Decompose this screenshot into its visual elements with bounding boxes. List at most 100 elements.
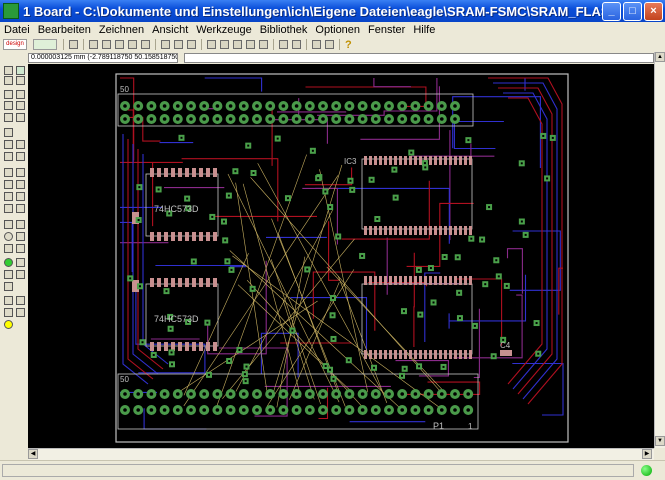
redo-icon[interactable] [292,40,301,49]
go-icon[interactable] [325,40,334,49]
pad-drill [360,408,365,412]
menu-bearbeiten[interactable]: Bearbeiten [34,24,95,36]
menu-datei[interactable]: Datei [0,24,34,36]
via-drill [423,162,426,165]
horizontal-scrollbar[interactable]: ◀ ▶ [28,448,654,460]
undo-icon[interactable] [279,40,288,49]
via-drill [458,291,461,294]
route-icon[interactable] [4,180,13,189]
smd-pad [213,168,217,177]
cam-icon[interactable] [128,40,137,49]
line-icon[interactable] [4,220,13,229]
mirror-icon[interactable] [4,101,13,110]
command-line-input[interactable] [184,53,654,63]
scroll-down-button[interactable]: ▼ [655,436,665,446]
via-drill [243,373,246,376]
menu-ansicht[interactable]: Ansicht [148,24,192,36]
pcb-layout[interactable]: 50 50 74HC573D 74HC573D IC3 P1 1 C4 [28,64,654,448]
script-icon[interactable] [161,40,170,49]
pad-drill [242,392,246,396]
menu-zeichnen[interactable]: Zeichnen [95,24,148,36]
zoom-out-icon[interactable] [233,40,242,49]
print-icon[interactable] [115,40,124,49]
maximize-button[interactable]: □ [623,1,642,21]
zoom-in-icon[interactable] [220,40,229,49]
replace-icon[interactable] [4,152,13,161]
smd-pad [199,168,203,177]
ripup-icon[interactable] [16,180,25,189]
add-icon[interactable] [16,140,25,149]
lock-icon[interactable] [16,152,25,161]
design-link-logo[interactable]: design link [3,39,27,50]
autorouter-icon[interactable] [16,258,25,267]
arc-icon[interactable] [16,232,25,241]
miter-icon[interactable] [16,192,25,201]
auto-icon[interactable] [16,296,25,305]
signal-icon[interactable] [4,204,13,213]
pad-drill [294,117,299,121]
pad-drill [321,117,325,121]
show-icon[interactable] [16,66,25,75]
minimize-button[interactable]: _ [602,1,621,21]
via-drill [495,259,498,262]
menu-hilfe[interactable]: Hilfe [409,24,439,36]
wire-icon[interactable] [4,192,13,201]
split-icon[interactable] [4,168,13,177]
scroll-left-button[interactable]: ◀ [28,449,38,459]
rect-icon[interactable] [4,244,13,253]
copy-icon[interactable] [16,90,25,99]
move-icon[interactable] [4,90,13,99]
layer-list-icon[interactable] [69,40,78,49]
errors-icon[interactable] [4,320,13,329]
window-titlebar[interactable]: 1 Board - C:\Dokumente und Einstellungen… [0,0,665,22]
switch-schematic-icon[interactable] [141,40,150,49]
scroll-up-button[interactable]: ▲ [655,52,665,62]
change-icon[interactable] [16,113,25,122]
smd-pad [369,156,372,165]
pad-drill [255,104,259,108]
menu-bibliothek[interactable]: Bibliothek [256,24,312,36]
menu-fenster[interactable]: Fenster [364,24,409,36]
close-button[interactable]: × [644,1,663,21]
via-icon[interactable] [16,204,25,213]
attribute-icon[interactable] [4,270,13,279]
board-canvas[interactable]: 50 50 74HC573D 74HC573D IC3 P1 1 C4 [28,64,654,448]
text-icon[interactable] [16,220,25,229]
menu-werkzeuge[interactable]: Werkzeuge [192,24,255,36]
pad-drill [466,408,471,412]
pcb-service-logo[interactable] [33,39,57,50]
save-icon[interactable] [102,40,111,49]
rotate-icon[interactable] [16,101,25,110]
ratsnest-icon[interactable] [4,296,13,305]
erc-icon[interactable] [4,308,13,317]
ulp-icon[interactable] [174,40,183,49]
optimize-icon[interactable] [16,168,25,177]
stop-icon[interactable] [312,40,321,49]
polygon-icon[interactable] [16,244,25,253]
zoom-redraw-icon[interactable] [246,40,255,49]
menu-optionen[interactable]: Optionen [311,24,364,36]
library-icon[interactable] [187,40,196,49]
info-icon[interactable] [4,66,13,75]
open-icon[interactable] [89,40,98,49]
help-icon[interactable]: ? [345,39,352,51]
hole-icon[interactable] [4,258,13,267]
zoom-fit-icon[interactable] [207,40,216,49]
circle-icon[interactable] [4,232,13,241]
pad-drill [242,408,246,412]
group-icon[interactable] [4,113,13,122]
name-icon[interactable] [16,270,25,279]
dimension-icon[interactable] [4,282,13,291]
smd-pad [399,350,402,359]
delete-icon[interactable] [4,140,13,149]
display-icon[interactable] [4,76,13,85]
mark-icon[interactable] [16,76,25,85]
zoom-area-icon[interactable] [259,40,268,49]
scroll-right-button[interactable]: ▶ [642,449,652,459]
smd-pad [206,232,210,241]
smd-pad [419,156,422,165]
smd-pad [454,156,457,165]
paste-icon[interactable] [4,128,13,137]
drc-icon[interactable] [16,308,25,317]
vertical-scrollbar[interactable]: ▲ ▼ [654,52,665,448]
